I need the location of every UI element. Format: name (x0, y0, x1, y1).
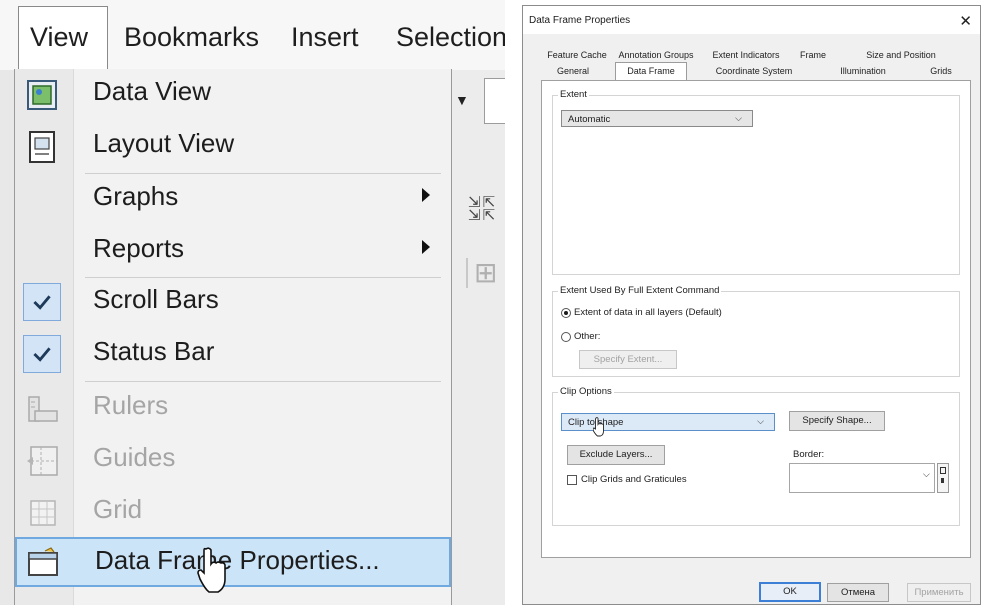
toolbar-disabled-icon: ⊞ (474, 257, 498, 288)
rulers-icon (28, 396, 58, 422)
menu-item-data-frame-properties[interactable]: Data Frame Properties... (15, 537, 451, 587)
extent-dropdown[interactable]: Automatic ⌵ (561, 110, 753, 127)
data-frame-tab-panel: Extent Automatic ⌵ Extent Used By Full E… (541, 80, 971, 558)
full-extent-group-label: Extent Used By Full Extent Command (558, 285, 722, 296)
menu-item-label: Rulers (93, 390, 169, 420)
menu-item-label: Data Frame Properties... (95, 545, 380, 575)
border-label: Border: (793, 449, 825, 460)
menu-item-label: Grid (93, 494, 143, 524)
menu-item-data-view[interactable]: Data View (15, 69, 451, 121)
data-view-icon (27, 80, 57, 110)
tab-coordinate-system[interactable]: Coordinate System (699, 64, 809, 79)
tab-row-front: General Data Frame Coordinate System Ill… (541, 62, 965, 80)
tab-row-back: Feature Cache Annotation Groups Extent I… (541, 48, 965, 63)
extent-default-label: Extent of data in all layers (Default) (574, 307, 722, 318)
close-icon[interactable]: ✕ (959, 12, 972, 30)
ok-button[interactable]: OK (759, 582, 821, 602)
background-window (0, 70, 14, 605)
tab-grids[interactable]: Grids (917, 64, 965, 79)
menu-item-graphs[interactable]: Graphs (15, 174, 451, 226)
background-combo (484, 78, 505, 124)
specify-extent-button[interactable]: Specify Extent... (579, 350, 677, 369)
tab-general[interactable]: General (547, 64, 599, 79)
chevron-down-icon: ⌵ (735, 113, 742, 123)
toolbar-separator (466, 258, 468, 288)
border-properties-icon[interactable] (937, 463, 949, 493)
extent-default-radio[interactable] (561, 308, 571, 318)
view-menu-zoom-panel: View Bookmarks Insert Selection ▼ ⇲⇱ ⇲⇱ ⊞… (0, 0, 505, 605)
tab-frame[interactable]: Frame (793, 48, 833, 63)
border-preview[interactable] (789, 463, 935, 493)
menu-separator (85, 381, 441, 382)
menu-item-status-bar[interactable]: Status Bar (15, 329, 451, 381)
menu-bookmarks[interactable]: Bookmarks (124, 22, 259, 53)
submenu-arrow-icon (422, 240, 430, 254)
view-menu-dropdown: Data View Layout View Graphs Reports Scr… (14, 69, 452, 605)
tab-illumination[interactable]: Illumination (827, 64, 899, 79)
guides-icon (27, 446, 58, 476)
mouse-cursor-icon (197, 547, 226, 593)
tab-annotation-groups[interactable]: Annotation Groups (611, 48, 701, 63)
tab-data-frame[interactable]: Data Frame (615, 62, 687, 80)
extent-group-label: Extent (558, 89, 589, 100)
cancel-button[interactable]: Отмена (827, 583, 889, 602)
dialog-titlebar: Data Frame Properties ✕ (523, 6, 980, 34)
zoom-extent-icon: ⇲⇱ ⇲⇱ (468, 194, 498, 224)
exclude-layers-button[interactable]: Exclude Layers... (567, 445, 665, 465)
menu-item-label: Data View (93, 76, 212, 106)
menu-item-grid[interactable]: Grid (15, 487, 451, 539)
clip-options-group-label: Clip Options (558, 386, 614, 397)
extent-group: Extent Automatic ⌵ (552, 89, 960, 275)
specify-shape-button[interactable]: Specify Shape... (789, 411, 885, 431)
menu-item-label: Layout View (93, 128, 235, 158)
chevron-down-icon[interactable]: ⌵ (923, 469, 930, 480)
submenu-arrow-icon (422, 188, 430, 202)
dialog-title: Data Frame Properties (529, 15, 631, 26)
checkmark-icon (23, 283, 61, 321)
menu-item-guides[interactable]: Guides (15, 435, 451, 487)
background-toolbar (448, 70, 505, 605)
menu-item-label: Scroll Bars (93, 284, 219, 314)
menu-item-label: Status Bar (93, 336, 215, 366)
tab-extent-indicators[interactable]: Extent Indicators (703, 48, 789, 63)
tab-size-and-position[interactable]: Size and Position (835, 48, 967, 63)
extent-other-radio[interactable] (561, 332, 571, 342)
dropdown-arrow-icon: ▼ (455, 92, 469, 108)
full-extent-group: Extent Used By Full Extent Command Exten… (552, 285, 960, 377)
menu-insert[interactable]: Insert (291, 22, 359, 53)
menu-item-reports[interactable]: Reports (15, 226, 451, 278)
apply-button[interactable]: Применить (907, 583, 971, 602)
clip-options-group: Clip Options Clip to shape ⌵ Specify Sha… (552, 386, 960, 526)
grid-icon (30, 500, 56, 526)
checkmark-icon (23, 335, 61, 373)
clip-grids-label: Clip Grids and Graticules (581, 474, 687, 485)
menu-item-rulers[interactable]: Rulers (15, 383, 451, 435)
data-frame-properties-icon (28, 547, 58, 576)
menu-item-label: Guides (93, 442, 176, 472)
menu-item-label: Graphs (93, 181, 179, 211)
menu-selection[interactable]: Selection (396, 22, 505, 53)
menu-item-label: Reports (93, 233, 185, 263)
chevron-down-icon: ⌵ (757, 416, 764, 426)
menu-item-scroll-bars[interactable]: Scroll Bars (15, 277, 451, 329)
menu-bar: View Bookmarks Insert Selection (0, 0, 505, 71)
extent-other-label: Other: (574, 331, 601, 342)
menu-view[interactable]: View (30, 22, 88, 53)
clip-grids-checkbox[interactable] (567, 475, 577, 485)
menu-item-layout-view[interactable]: Layout View (15, 121, 451, 173)
data-frame-properties-dialog: Data Frame Properties ✕ Feature Cache An… (522, 5, 981, 605)
mouse-cursor-icon (593, 417, 604, 437)
extent-dropdown-value: Automatic (568, 114, 611, 125)
layout-view-icon (29, 131, 55, 163)
tab-feature-cache[interactable]: Feature Cache (545, 48, 609, 63)
